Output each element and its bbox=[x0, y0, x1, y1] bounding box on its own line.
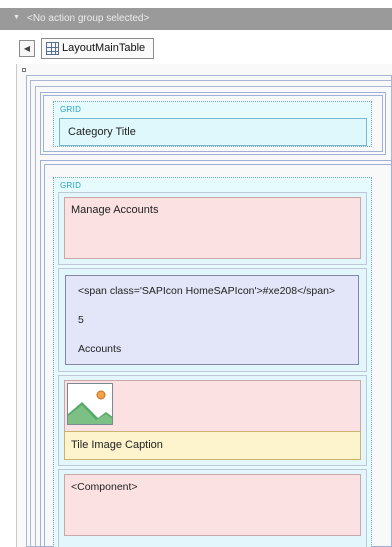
layout-table-node[interactable]: LayoutMainTable bbox=[41, 38, 154, 59]
category-title-text[interactable]: Category Title bbox=[59, 118, 367, 146]
chevron-left-icon: ◀ bbox=[23, 44, 31, 53]
collapse-toggle-button[interactable]: ◀ bbox=[19, 40, 35, 57]
component-placeholder[interactable]: <Component> bbox=[64, 474, 361, 536]
resize-handle[interactable] bbox=[22, 68, 26, 72]
tile-label[interactable]: Accounts bbox=[65, 335, 359, 365]
image-placeholder-icon bbox=[67, 383, 113, 425]
tile-icon-text[interactable]: <span class='SAPIcon HomeSAPIcon'>#xe208… bbox=[65, 275, 359, 308]
action-group-bar[interactable]: ▼ <No action group selected> bbox=[0, 8, 392, 30]
layout-table-label: LayoutMainTable bbox=[62, 42, 146, 54]
grid-label: GRID bbox=[60, 105, 82, 114]
grid-label: GRID bbox=[60, 181, 82, 190]
chevron-down-icon[interactable]: ▼ bbox=[13, 14, 20, 21]
tile-count[interactable]: 5 bbox=[65, 307, 359, 336]
action-group-label: <No action group selected> bbox=[27, 13, 150, 24]
manage-accounts-control[interactable]: Manage Accounts bbox=[64, 197, 361, 259]
image-caption-text[interactable]: Tile Image Caption bbox=[64, 431, 361, 460]
table-icon bbox=[46, 42, 59, 55]
